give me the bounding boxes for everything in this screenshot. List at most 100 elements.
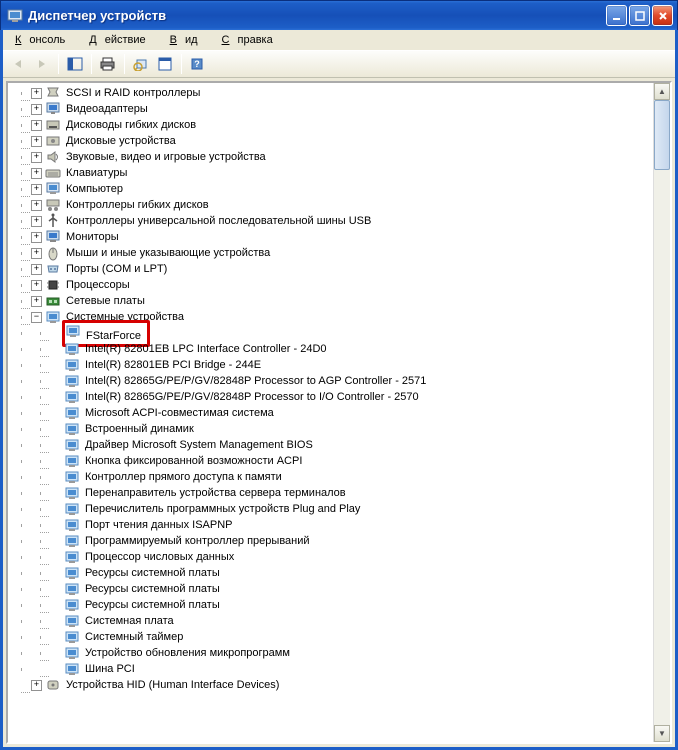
hid-icon: [45, 677, 61, 693]
expand-button[interactable]: +: [31, 232, 42, 243]
device-item[interactable]: Перенаправитель устройства сервера терми…: [12, 485, 653, 501]
expand-button[interactable]: +: [31, 264, 42, 275]
tree-item-label: Устройство обновления микропрограмм: [83, 645, 292, 661]
category-item[interactable]: + Контроллеры универсальной последователь…: [12, 213, 653, 229]
device-item[interactable]: Системная плата: [12, 613, 653, 629]
tree-item-label: Программируемый контроллер прерываний: [83, 533, 312, 549]
sys-icon: [64, 469, 80, 485]
print-button[interactable]: [97, 53, 119, 75]
menu-help[interactable]: Справка: [214, 32, 289, 48]
expand-button[interactable]: +: [31, 152, 42, 163]
category-item[interactable]: +Видеоадаптеры: [12, 101, 653, 117]
expand-button[interactable]: +: [31, 88, 42, 99]
scroll-down-button[interactable]: ▼: [654, 725, 670, 742]
minimize-button[interactable]: [606, 5, 627, 26]
category-hid[interactable]: + Устройства HID (Human Interface Devices…: [12, 677, 653, 693]
help-button[interactable]: ?: [187, 53, 209, 75]
sys-icon: [45, 309, 61, 325]
menubar: Консоль Действие Вид Справка: [3, 30, 675, 50]
properties-button[interactable]: [154, 53, 176, 75]
expand-button[interactable]: +: [31, 104, 42, 115]
expand-button[interactable]: +: [31, 680, 42, 691]
category-item[interactable]: + Контроллеры гибких дисков: [12, 197, 653, 213]
device-item[interactable]: Процессор числовых данных: [12, 549, 653, 565]
tree-item-label: Системная плата: [83, 613, 176, 629]
expand-button[interactable]: +: [31, 120, 42, 131]
tree-item-label: Встроенный динамик: [83, 421, 196, 437]
device-tree[interactable]: +SCSI и RAID контроллеры+Видеоадаптеры+Д…: [8, 83, 653, 742]
tree-item-label: Звуковые, видео и игровые устройства: [64, 149, 268, 165]
category-item[interactable]: + Компьютер: [12, 181, 653, 197]
device-item[interactable]: Intel(R) 82865G/PE/P/GV/82848P Processor…: [12, 389, 653, 405]
tree-item-label: Контроллеры универсальной последовательн…: [64, 213, 373, 229]
sys-icon: [64, 485, 80, 501]
tree-item-label: Контроллеры гибких дисков: [64, 197, 211, 213]
keyboard-icon: [45, 165, 61, 181]
device-item[interactable]: Перечислитель программных устройств Plug…: [12, 501, 653, 517]
tree-item-label: Порт чтения данных ISAPNP: [83, 517, 235, 533]
show-hide-tree-button[interactable]: [64, 53, 86, 75]
port-icon: [45, 261, 61, 277]
device-item[interactable]: Программируемый контроллер прерываний: [12, 533, 653, 549]
device-fstarforce[interactable]: FStarForce: [12, 325, 653, 341]
menu-view[interactable]: Вид: [162, 32, 214, 48]
device-item[interactable]: Ресурсы системной платы: [12, 597, 653, 613]
sys-icon: [64, 629, 80, 645]
category-item[interactable]: +Дисководы гибких дисков: [12, 117, 653, 133]
expand-button[interactable]: +: [31, 200, 42, 211]
category-item[interactable]: + Звуковые, видео и игровые устройства: [12, 149, 653, 165]
tree-item-label: Устройства HID (Human Interface Devices): [64, 677, 281, 693]
expand-button[interactable]: +: [31, 280, 42, 291]
device-item[interactable]: Контроллер прямого доступа к памяти: [12, 469, 653, 485]
scsi-icon: [45, 85, 61, 101]
tree-item-label: Intel(R) 82801EB LPC Interface Controlle…: [83, 341, 329, 357]
maximize-button[interactable]: [629, 5, 650, 26]
device-item[interactable]: Кнопка фиксированной возможности ACPI: [12, 453, 653, 469]
vertical-scrollbar[interactable]: ▲ ▼: [653, 83, 670, 742]
category-item[interactable]: +SCSI и RAID контроллеры: [12, 85, 653, 101]
device-item[interactable]: Системный таймер: [12, 629, 653, 645]
expand-button[interactable]: +: [31, 136, 42, 147]
sys-icon: [64, 645, 80, 661]
scan-hardware-button[interactable]: [130, 53, 152, 75]
device-item[interactable]: Ресурсы системной платы: [12, 581, 653, 597]
window-title: Диспетчер устройств: [28, 8, 606, 23]
category-item[interactable]: + Мыши и иные указывающие устройства: [12, 245, 653, 261]
expand-button[interactable]: +: [31, 184, 42, 195]
category-item[interactable]: +Дисковые устройства: [12, 133, 653, 149]
tree-item-label: Компьютер: [64, 181, 125, 197]
expand-button[interactable]: +: [31, 248, 42, 259]
device-item[interactable]: Встроенный динамик: [12, 421, 653, 437]
menu-action[interactable]: Действие: [81, 32, 161, 48]
category-item[interactable]: +Клавиатуры: [12, 165, 653, 181]
tree-item-label: Драйвер Microsoft System Management BIOS: [83, 437, 315, 453]
device-item[interactable]: Intel(R) 82865G/PE/P/GV/82848P Processor…: [12, 373, 653, 389]
sys-icon: [64, 389, 80, 405]
device-item[interactable]: Intel(R) 82801EB PCI Bridge - 244E: [12, 357, 653, 373]
tree-item-label: Мыши и иные указывающие устройства: [64, 245, 272, 261]
device-item[interactable]: Ресурсы системной платы: [12, 565, 653, 581]
display-icon: [45, 101, 61, 117]
expand-button[interactable]: +: [31, 216, 42, 227]
collapse-button[interactable]: −: [31, 312, 42, 323]
device-item[interactable]: Microsoft ACPI-совместимая система: [12, 405, 653, 421]
category-item[interactable]: +Порты (COM и LPT): [12, 261, 653, 277]
menu-console[interactable]: Консоль: [7, 32, 81, 48]
tree-item-label: Шина PCI: [83, 661, 137, 677]
scroll-thumb[interactable]: [654, 100, 670, 170]
device-item[interactable]: Драйвер Microsoft System Management BIOS: [12, 437, 653, 453]
sound-icon: [45, 149, 61, 165]
category-item[interactable]: +Процессоры: [12, 277, 653, 293]
sys-icon: [64, 453, 80, 469]
expand-button[interactable]: +: [31, 168, 42, 179]
device-item[interactable]: Шина PCI: [12, 661, 653, 677]
device-item[interactable]: Устройство обновления микропрограмм: [12, 645, 653, 661]
expand-button[interactable]: +: [31, 296, 42, 307]
category-item[interactable]: +Мониторы: [12, 229, 653, 245]
close-button[interactable]: [652, 5, 673, 26]
scroll-up-button[interactable]: ▲: [654, 83, 670, 100]
svg-text:?: ?: [194, 59, 200, 69]
device-item[interactable]: Intel(R) 82801EB LPC Interface Controlle…: [12, 341, 653, 357]
device-item[interactable]: Порт чтения данных ISAPNP: [12, 517, 653, 533]
category-item[interactable]: +Сетевые платы: [12, 293, 653, 309]
